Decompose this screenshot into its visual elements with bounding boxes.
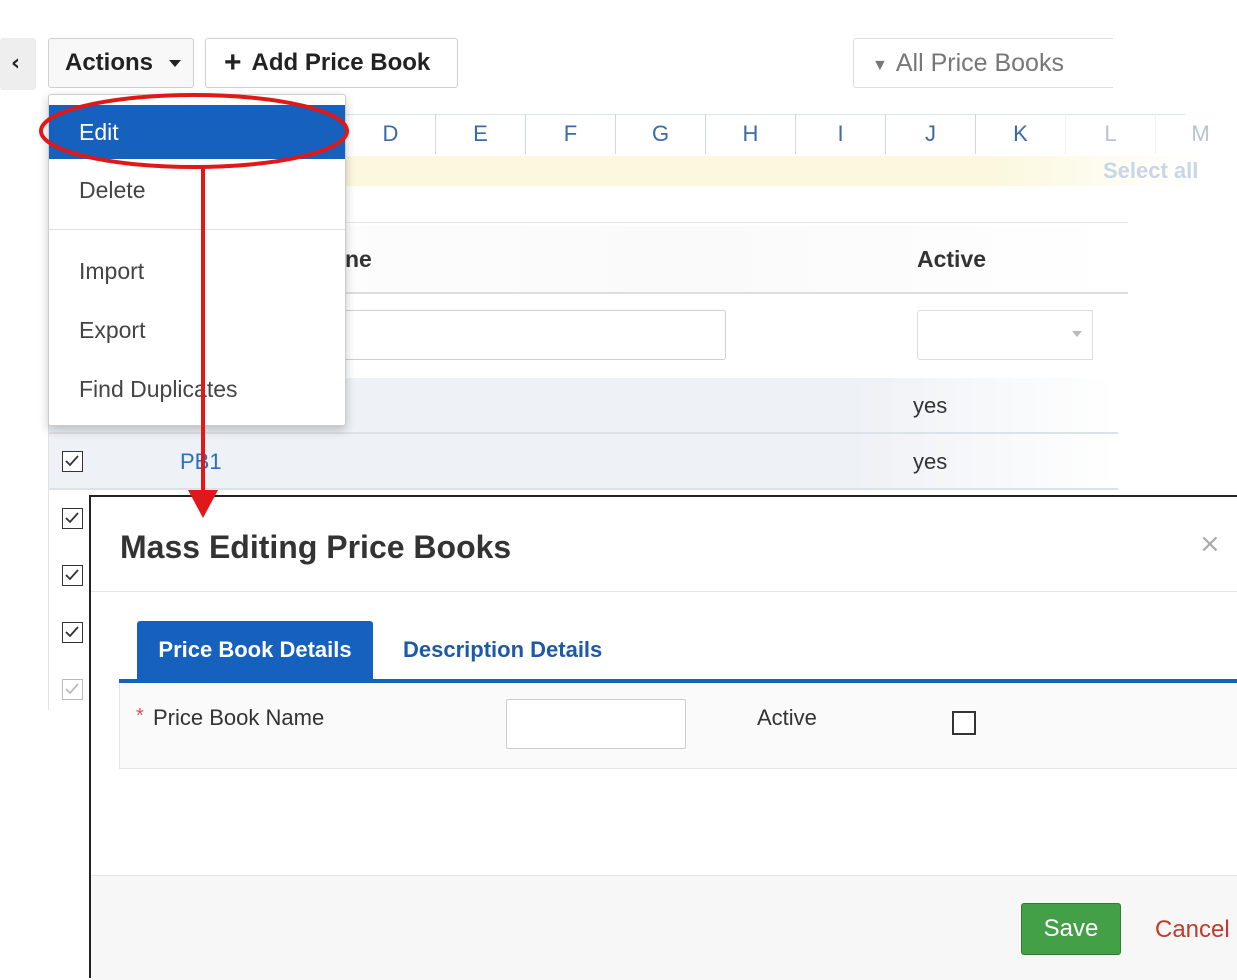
plus-icon: + (224, 46, 242, 79)
actions-dropdown-button[interactable]: Actions (48, 38, 194, 88)
alphabet-letter-j[interactable]: J (885, 114, 975, 154)
actions-label: Actions (65, 49, 154, 76)
menu-item-import[interactable]: Import (49, 244, 345, 298)
checkbox-checked-icon[interactable] (62, 565, 83, 586)
caret-down-icon (1072, 331, 1082, 337)
table-left-border (48, 380, 49, 710)
required-marker: * (136, 705, 144, 727)
menu-item-delete[interactable]: Delete (49, 163, 345, 217)
close-icon[interactable]: × (1199, 529, 1221, 559)
add-price-book-button[interactable]: + Add Price Book (205, 38, 458, 88)
alphabet-letter-k[interactable]: K (975, 114, 1065, 154)
alphabet-letter-d[interactable]: D (345, 114, 435, 154)
row-2-active: yes (913, 449, 948, 474)
active-filter-select[interactable] (917, 310, 1093, 360)
actions-menu: Edit Delete Import Export Find Duplicate… (48, 94, 346, 426)
chevron-left-icon: ‹ (11, 51, 21, 76)
tab-price-book-details[interactable]: Price Book Details (137, 621, 373, 679)
selection-notice-bar (345, 156, 1205, 186)
row-divider (48, 488, 1118, 490)
row-1-active: yes (913, 393, 948, 418)
alphabet-letter-g[interactable]: G (615, 114, 705, 154)
add-price-book-label: Add Price Book (251, 49, 431, 76)
list-filter-select[interactable]: ▼ All Price Books (853, 38, 1113, 88)
form-row: * Price Book Name Active (119, 683, 1237, 769)
sidebar-toggle-button[interactable]: ‹ (0, 38, 36, 90)
menu-item-export[interactable]: Export (49, 303, 345, 357)
mass-edit-modal: Mass Editing Price Books × Price Book De… (89, 495, 1237, 980)
save-button[interactable]: Save (1021, 903, 1121, 955)
funnel-icon: ▼ (872, 57, 888, 74)
alphabet-letter-i[interactable]: I (795, 114, 885, 154)
filter-label: All Price Books (895, 48, 1064, 77)
price-book-name-label: Price Book Name (153, 705, 325, 730)
alphabet-letter-e[interactable]: E (435, 114, 525, 154)
menu-item-edit[interactable]: Edit (49, 105, 345, 159)
column-header-name[interactable]: ne (345, 246, 372, 273)
active-checkbox[interactable] (952, 711, 976, 735)
price-book-name-input[interactable] (506, 699, 686, 749)
checkbox-checked-icon[interactable] (62, 679, 83, 700)
row-2-name-link[interactable]: PB1 (180, 449, 222, 475)
modal-footer: Save Cancel (91, 875, 1237, 980)
alphabet-letter-l[interactable]: L (1065, 114, 1155, 154)
column-header-active[interactable]: Active (917, 246, 986, 273)
tab-description-details[interactable]: Description Details (403, 621, 602, 679)
cancel-link[interactable]: Cancel (1155, 916, 1230, 944)
modal-header-divider (91, 591, 1237, 592)
checkbox-checked-icon[interactable] (62, 451, 83, 472)
name-filter-input[interactable] (300, 310, 726, 360)
active-label: Active (757, 705, 817, 730)
alphabet-filter: D E F G H I J K L M (345, 114, 1237, 154)
caret-down-icon (169, 59, 182, 67)
alphabet-letter-m[interactable]: M (1155, 114, 1237, 154)
select-all-link[interactable]: Select all (1103, 158, 1198, 184)
menu-divider (49, 229, 345, 230)
modal-title: Mass Editing Price Books (120, 529, 512, 565)
alphabet-letter-h[interactable]: H (705, 114, 795, 154)
checkbox-checked-icon[interactable] (62, 508, 83, 529)
menu-item-find-duplicates[interactable]: Find Duplicates (49, 362, 345, 416)
checkbox-checked-icon[interactable] (62, 622, 83, 643)
alphabet-letter-f[interactable]: F (525, 114, 615, 154)
